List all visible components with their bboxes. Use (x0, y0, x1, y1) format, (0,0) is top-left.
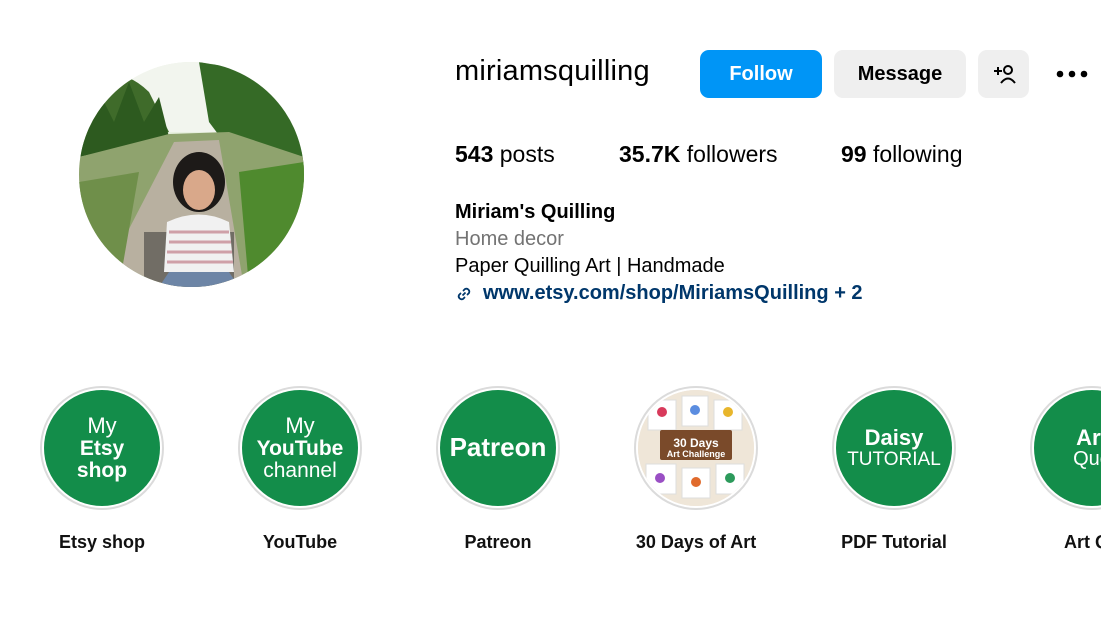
highlight-30-days-of-art[interactable]: 30 Days Art Challenge 30 Days of Art (632, 386, 760, 553)
highlight-label: Patreon (464, 532, 532, 552)
highlight-patreon[interactable]: Patreon Patreon (434, 386, 562, 553)
posts-stat: 543 posts (455, 141, 555, 168)
followers-label: followers (686, 141, 778, 167)
bio-link-extra[interactable]: + 2 (834, 282, 862, 304)
highlight-cover-text: Daisy (864, 425, 924, 451)
profile-avatar[interactable] (79, 62, 304, 287)
highlight-cover-text: Patreon (449, 432, 547, 463)
highlight-label: Art Qu (1064, 532, 1101, 552)
highlight-cover-text: TUTORIAL (847, 448, 941, 470)
highlight-cover-text: channel (263, 458, 337, 482)
highlight-label: YouTube (262, 532, 338, 552)
add-user-icon (993, 65, 1016, 84)
highlight-cover: Art Quo (1030, 386, 1101, 510)
highlight-cover: My YouTube channel (238, 386, 362, 510)
highlight-cover-text: Etsy (79, 436, 125, 460)
more-options-icon (1056, 70, 1088, 78)
profile-bio: Miriam's Quilling Home decor Paper Quill… (455, 199, 863, 307)
highlight-cover: Daisy TUTORIAL (832, 386, 956, 510)
highlight-youtube[interactable]: My YouTube channel YouTube (236, 386, 364, 553)
highlight-cover: 30 Days Art Challenge (634, 386, 758, 510)
following-stat[interactable]: 99 following (841, 141, 962, 168)
profile-display-name: Miriam's Quilling (455, 201, 616, 223)
highlight-cover-text: My (285, 413, 315, 439)
following-count: 99 (841, 141, 867, 167)
highlight-art-quotes[interactable]: Art Quo Art Qu (1028, 386, 1101, 553)
highlight-etsy-shop[interactable]: My Etsy shop Etsy shop (38, 386, 166, 553)
highlight-cover-text: Quo (1073, 448, 1101, 471)
suggest-user-button[interactable] (978, 50, 1029, 98)
highlight-cover-text: Art (1076, 424, 1101, 450)
profile-username: miriamsquilling (455, 55, 650, 87)
posts-count: 543 (455, 141, 494, 167)
more-options-button[interactable] (1050, 58, 1094, 90)
highlight-cover: Patreon (436, 386, 560, 510)
bio-link-row: www.etsy.com/shop/MiriamsQuilling + 2 (455, 280, 863, 307)
highlight-cover: My Etsy shop (40, 386, 164, 510)
profile-category: Home decor (455, 228, 564, 250)
followers-count: 35.7K (619, 141, 681, 167)
bio-link[interactable]: www.etsy.com/shop/MiriamsQuilling (483, 282, 829, 304)
highlight-label: 30 Days of Art (635, 532, 757, 552)
posts-label: posts (499, 141, 555, 167)
highlight-label: PDF Tutorial (841, 532, 947, 552)
highlight-cover-text: My (87, 413, 117, 439)
followers-stat[interactable]: 35.7K followers (619, 141, 778, 168)
highlight-pdf-tutorial[interactable]: Daisy TUTORIAL PDF Tutorial (830, 386, 958, 553)
bio-text: Paper Quilling Art | Handmade (455, 255, 725, 277)
message-button[interactable]: Message (834, 50, 966, 98)
following-label: following (872, 141, 963, 167)
follow-button[interactable]: Follow (700, 50, 822, 98)
highlight-cover-text: YouTube (256, 436, 344, 460)
highlight-label: Etsy shop (58, 532, 146, 552)
highlight-cover-text: Art Challenge (666, 448, 726, 459)
avatar-photo (79, 62, 304, 287)
highlight-cover-text: 30 Days (673, 435, 719, 450)
highlight-cover-text: shop (76, 458, 128, 482)
link-icon (457, 287, 471, 300)
